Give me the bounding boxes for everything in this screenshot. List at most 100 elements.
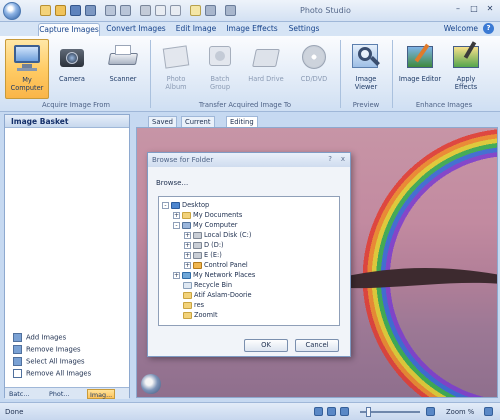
tab-editing[interactable]: Editing (226, 116, 258, 127)
ribbon-separator (340, 40, 341, 108)
collapse-icon[interactable]: - (173, 221, 180, 229)
network-icon (182, 271, 191, 279)
fit-window-icon[interactable] (484, 407, 493, 416)
tree-node-label: My Network Places (193, 271, 256, 279)
rotate-icon[interactable] (327, 407, 336, 416)
photo-album-button[interactable]: Photo Album (156, 39, 196, 99)
app-menu-button[interactable] (3, 2, 21, 20)
editor-icon (404, 41, 436, 73)
paste-icon[interactable] (170, 5, 181, 16)
browse-folder-dialog: Browse for Folder ? x Browse... - Desktop… (147, 152, 351, 357)
title-bar: Photo Studio – □ ✕ (0, 0, 500, 22)
expand-icon[interactable]: + (184, 261, 191, 269)
fit-icon[interactable] (314, 407, 323, 416)
open-folder-icon[interactable] (55, 5, 66, 16)
batch-icon (204, 41, 236, 73)
help-icon[interactable]: ? (483, 23, 494, 34)
tab-current[interactable]: Current (181, 116, 215, 127)
photo-album-label: Photo Album (165, 75, 187, 91)
expand-icon[interactable]: + (173, 211, 180, 219)
dialog-help-icon[interactable]: ? (328, 155, 332, 163)
cd-dvd-button[interactable]: CD/DVD (292, 39, 336, 99)
new-icon[interactable] (40, 5, 51, 16)
tree-node-atif-aslam-doorie[interactable]: Atif Aslam-Doorie (183, 290, 252, 300)
panel-tabs: Batc... Phot... Imag... (5, 387, 129, 399)
copy-icon[interactable] (155, 5, 166, 16)
hard-drive-button[interactable]: Hard Drive (246, 39, 286, 99)
add-images-link[interactable]: Add Images (13, 333, 66, 342)
close-icon[interactable]: ✕ (482, 2, 498, 16)
batch-group-label: Batch Group (209, 75, 231, 91)
minimize-icon[interactable]: – (450, 2, 466, 16)
maximize-icon[interactable]: □ (466, 2, 482, 16)
cancel-button[interactable]: Cancel (295, 339, 339, 352)
zoom-out-icon[interactable] (340, 407, 349, 416)
my-computer-button[interactable]: My Computer (5, 39, 49, 99)
tools-icon[interactable] (105, 5, 116, 16)
camera-button[interactable]: Camera (52, 39, 92, 99)
tree-node-local-disk-c[interactable]: + Local Disk (C:) (184, 230, 251, 240)
expand-icon[interactable]: + (184, 241, 191, 249)
scanner-button[interactable]: Scanner (100, 39, 146, 99)
tree-node-label: Atif Aslam-Doorie (194, 291, 252, 299)
save-icon[interactable] (70, 5, 81, 16)
ok-button[interactable]: OK (244, 339, 288, 352)
tree-node-control-panel[interactable]: + Control Panel (184, 260, 248, 270)
drive-icon (193, 251, 202, 259)
tab-convert-images[interactable]: Convert Images (104, 23, 168, 36)
tree-node-label: My Computer (193, 221, 238, 229)
remove-images-link[interactable]: Remove Images (13, 345, 81, 354)
folder-tree[interactable]: - Desktop + My Documents - My Computer + Loc… (158, 196, 340, 326)
tree-node-recycle-bin[interactable]: Recycle Bin (183, 280, 232, 290)
view-tabs: Saved Current Editing (148, 116, 268, 127)
tree-node-label: E (E:) (204, 251, 222, 259)
image-editor-button[interactable]: Image Editor (398, 39, 442, 99)
zoom-in-icon[interactable] (426, 407, 435, 416)
tree-node-zoomit[interactable]: ZoomIt (183, 310, 218, 320)
image-basket-panel: Image Basket Add Images Remove Images Se… (4, 114, 130, 399)
image-viewer-button[interactable]: Image Viewer (346, 39, 386, 99)
dialog-close-icon[interactable]: x (341, 155, 345, 163)
zoom-slider-thumb[interactable] (366, 407, 371, 417)
tab-capture-images[interactable]: Capture Images (38, 23, 100, 36)
redo-icon[interactable] (225, 5, 236, 16)
tree-node-res[interactable]: res (183, 300, 204, 310)
tree-node-label: Local Disk (C:) (204, 231, 252, 239)
app-logo-icon (141, 374, 161, 394)
save-as-icon[interactable] (85, 5, 96, 16)
select-all-images-link[interactable]: Select All Images (13, 357, 85, 366)
tab-image[interactable]: Imag... (87, 389, 116, 399)
undo-icon[interactable] (205, 5, 216, 16)
expand-icon[interactable]: + (173, 271, 180, 279)
status-text: Done (5, 408, 24, 416)
batch-group-button[interactable]: Batch Group (200, 39, 240, 99)
panel-title: Image Basket (5, 115, 129, 128)
group-label-acquire: Acquire Image From (41, 101, 111, 109)
folder-icon (183, 311, 192, 319)
dialog-title: Browse for Folder (148, 153, 350, 167)
apply-effects-button[interactable]: Apply Effects (446, 39, 486, 99)
tab-photo[interactable]: Phot... (47, 389, 71, 399)
collapse-icon[interactable]: - (162, 201, 169, 209)
tab-edit-image[interactable]: Edit Image (172, 23, 220, 36)
tab-saved[interactable]: Saved (148, 116, 177, 127)
expand-icon[interactable]: + (184, 251, 191, 259)
tree-node-my-documents[interactable]: + My Documents (173, 210, 242, 220)
cut-icon[interactable] (140, 5, 151, 16)
note-icon[interactable] (190, 5, 201, 16)
tree-node-drive-d[interactable]: + D (D:) (184, 240, 224, 250)
print-icon[interactable] (120, 5, 131, 16)
tree-node-my-network-places[interactable]: + My Network Places (173, 270, 255, 280)
tree-node-label: Control Panel (204, 261, 248, 269)
tab-batch[interactable]: Batc... (7, 389, 31, 399)
tree-node-my-computer[interactable]: - My Computer (173, 220, 237, 230)
remove-all-images-link[interactable]: Remove All Images (13, 369, 91, 378)
recycle-bin-icon (183, 281, 192, 289)
tree-node-drive-e[interactable]: + E (E:) (184, 250, 222, 260)
tree-node-desktop[interactable]: - Desktop (162, 200, 209, 210)
expand-icon[interactable]: + (184, 231, 191, 239)
tab-settings[interactable]: Settings (284, 23, 324, 36)
tab-image-effects[interactable]: Image Effects (224, 23, 280, 36)
select-all-label: Select All Images (26, 357, 85, 366)
welcome-link[interactable]: Welcome (444, 24, 478, 33)
